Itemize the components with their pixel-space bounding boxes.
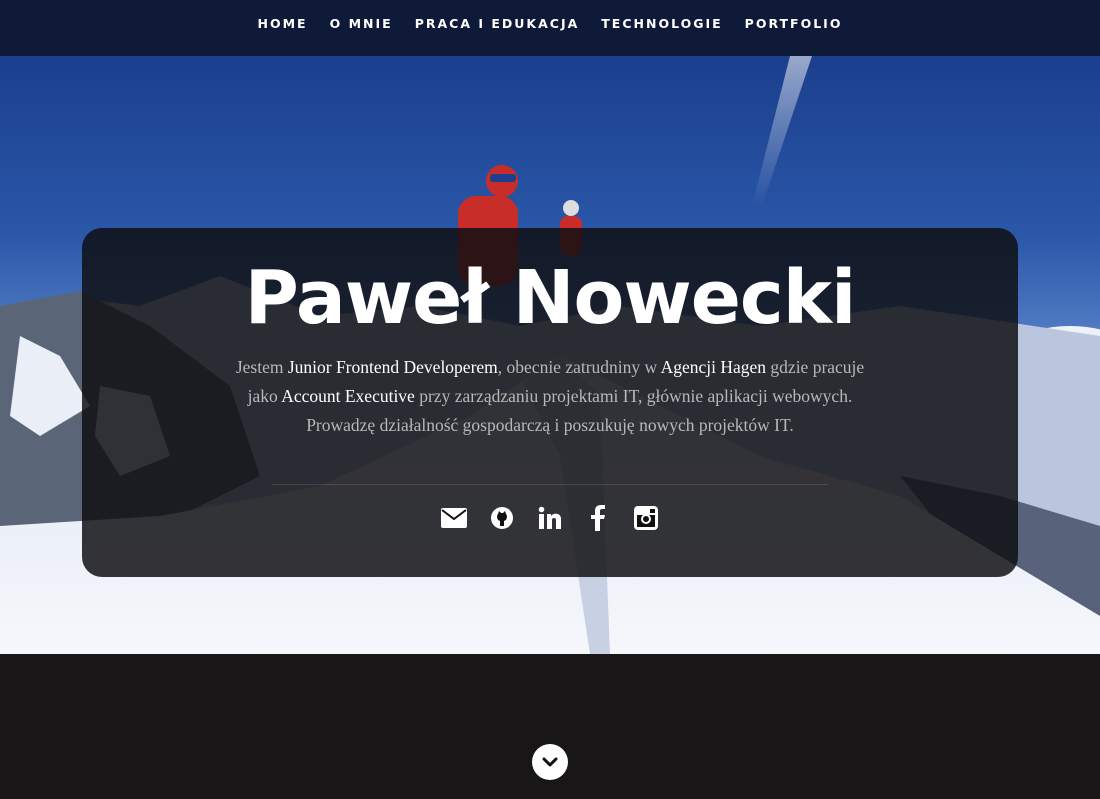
nav-link-technologies[interactable]: TECHNOLOGIE xyxy=(590,16,733,31)
instagram-icon[interactable] xyxy=(630,502,662,534)
hero-card: Paweł Nowecki Jestem Junior Frontend Dev… xyxy=(82,228,1018,577)
intro-highlight-company: Agencji Hagen xyxy=(660,357,767,377)
linkedin-icon[interactable] xyxy=(534,502,566,534)
page-title: Paweł Nowecki xyxy=(244,255,857,341)
facebook-icon[interactable] xyxy=(582,502,614,534)
nav-link-work-education[interactable]: PRACA I EDUKACJA xyxy=(404,16,591,31)
top-navbar: HOME O MNIE PRACA I EDUKACJA TECHNOLOGIE… xyxy=(0,0,1100,56)
envelope-icon[interactable] xyxy=(438,502,470,534)
scroll-down-button[interactable] xyxy=(532,744,568,780)
intro-text-segment: , obecnie zatrudniny w xyxy=(497,357,661,377)
nav-link-portfolio[interactable]: PORTFOLIO xyxy=(734,16,854,31)
social-links xyxy=(82,502,1018,534)
github-icon[interactable] xyxy=(486,502,518,534)
chevron-down-icon xyxy=(542,757,558,767)
intro-text-segment: przy zarządzaniu projektami IT, głównie … xyxy=(414,386,853,406)
intro-text-segment: Jestem xyxy=(235,357,288,377)
intro-highlight-position: Account Executive xyxy=(281,386,415,406)
nav-menu: HOME O MNIE PRACA I EDUKACJA TECHNOLOGIE… xyxy=(247,15,854,33)
intro-text: Jestem Junior Frontend Developerem, obec… xyxy=(222,353,878,440)
intro-second-line: Prowadzę działalność gospodarczą i poszu… xyxy=(306,415,794,435)
intro-highlight-role: Junior Frontend Developerem xyxy=(287,357,498,377)
divider xyxy=(272,484,828,485)
nav-link-about[interactable]: O MNIE xyxy=(319,16,404,31)
nav-link-home[interactable]: HOME xyxy=(247,16,319,31)
